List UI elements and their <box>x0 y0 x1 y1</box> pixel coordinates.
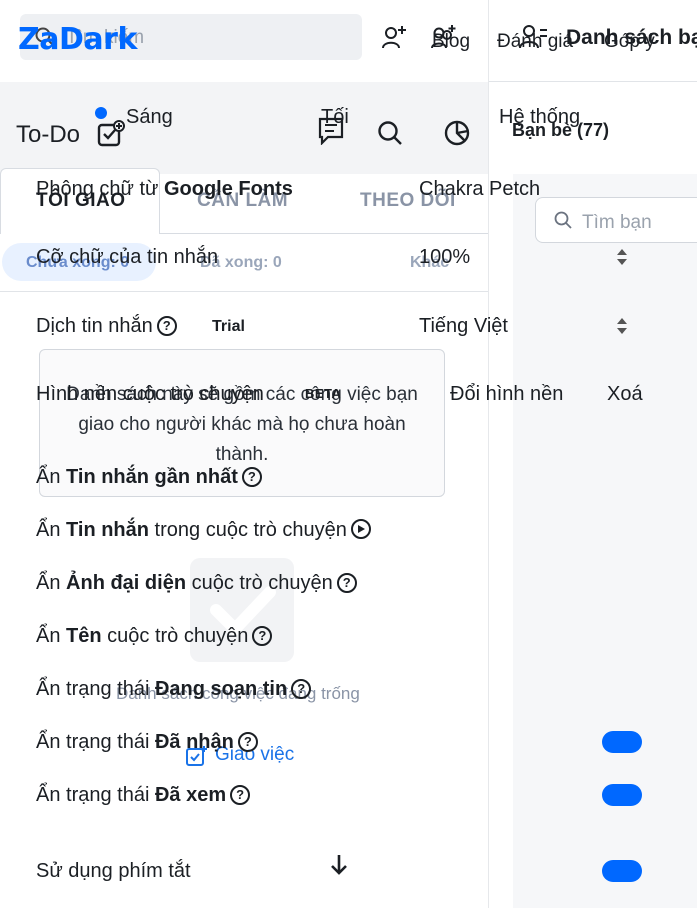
hide-latest-help-icon[interactable]: ? <box>241 466 262 487</box>
friend-search-icon <box>554 211 572 229</box>
hide-latest-label: Ẩn Tin nhắn gần nhất? <box>36 466 262 489</box>
hide-avatar-label: Ẩn Ảnh đại diện cuộc trò chuyện? <box>36 572 357 595</box>
wallpaper-label: Hình nền cuộc trò chuyện <box>36 383 264 405</box>
translate-stepper-icon[interactable] <box>616 317 628 335</box>
hide-typing-help-icon[interactable]: ? <box>291 678 312 699</box>
font-setting-value[interactable]: Chakra Petch <box>419 178 540 201</box>
friend-list-icon <box>518 22 548 50</box>
filter-divider <box>0 291 488 292</box>
theme-light-radio[interactable] <box>95 107 107 119</box>
arrow-down-icon[interactable] <box>329 854 349 876</box>
font-size-label: Cỡ chữ của tin nhắn <box>36 246 219 268</box>
shortcuts-label: Sử dụng phím tắt <box>36 860 191 882</box>
hide-received-help-icon[interactable]: ? <box>237 731 258 752</box>
friends-pane-title: Danh sách bạn <box>566 26 697 49</box>
font-size-value[interactable]: 100% <box>419 246 470 269</box>
shortcuts-toggle[interactable] <box>602 860 642 882</box>
hide-seen-help-icon[interactable]: ? <box>230 784 251 805</box>
blog-link[interactable]: Blog <box>432 31 470 53</box>
theme-light-label[interactable]: Sáng <box>126 106 173 129</box>
friend-search-input[interactable]: Tìm bạn <box>582 212 652 234</box>
translate-help-icon[interactable]: ? <box>156 315 177 336</box>
font-size-stepper-icon[interactable] <box>616 248 628 266</box>
translate-label: Dịch tin nhắn? <box>36 315 177 338</box>
hide-seen-toggle[interactable] <box>602 784 642 806</box>
hide-typing-label: Ẩn trạng thái Đang soạn tin? <box>36 678 312 701</box>
hide-name-help-icon[interactable]: ? <box>252 625 273 646</box>
wallpaper-delete-button[interactable]: Xoá <box>607 383 643 406</box>
play-video-icon[interactable] <box>350 519 371 539</box>
hide-name-label: Ẩn Tên cuộc trò chuyện? <box>36 625 273 648</box>
message-icon[interactable] <box>318 117 344 145</box>
hide-messages-label: Ẩn Tin nhắn trong cuộc trò chuyện <box>36 519 371 542</box>
zadark-logo: ZaDark <box>18 22 137 57</box>
beta-badge: BETA <box>305 386 342 401</box>
friends-tab[interactable]: Bạn bè (77) <box>512 120 609 141</box>
trial-badge: Trial <box>212 318 245 335</box>
hide-seen-label: Ẩn trạng thái Đã xem? <box>36 784 251 807</box>
add-friend-icon[interactable] <box>381 24 407 50</box>
hide-received-label: Ẩn trạng thái Đã nhận? <box>36 731 258 754</box>
hide-received-toggle[interactable] <box>602 731 642 753</box>
tab-divider <box>160 233 488 234</box>
todo-add-icon[interactable] <box>97 120 125 148</box>
todo-title: To-Do <box>16 121 81 148</box>
hide-avatar-help-icon[interactable]: ? <box>336 572 357 593</box>
todo-search-icon[interactable] <box>377 120 403 146</box>
translate-language[interactable]: Tiếng Việt <box>419 315 508 338</box>
font-setting-label: Phông chữ từ Google Fonts <box>36 178 293 200</box>
chart-pie-icon[interactable] <box>443 119 471 147</box>
wallpaper-change-button[interactable]: Đổi hình nền <box>450 383 563 406</box>
